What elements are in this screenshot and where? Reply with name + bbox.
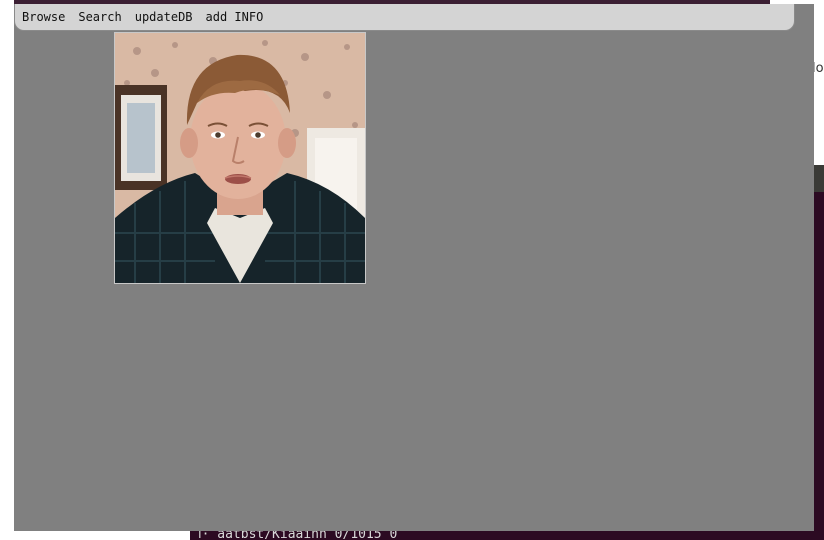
image-viewer-window: Browse Search updateDB add INFO: [14, 4, 814, 531]
menu-add-info[interactable]: add INFO: [206, 9, 264, 25]
menu-updatedb[interactable]: updateDB: [135, 9, 193, 25]
desktop-screen: lo ⅰ· aatbst/Kiaainn 0/1015 0 Browse Sea…: [0, 0, 824, 540]
menu-search[interactable]: Search: [78, 9, 121, 25]
menu-bar: Browse Search updateDB add INFO: [14, 4, 795, 31]
displayed-photo: [114, 32, 366, 284]
menu-browse[interactable]: Browse: [22, 9, 65, 25]
person-photo-icon: [115, 33, 365, 283]
